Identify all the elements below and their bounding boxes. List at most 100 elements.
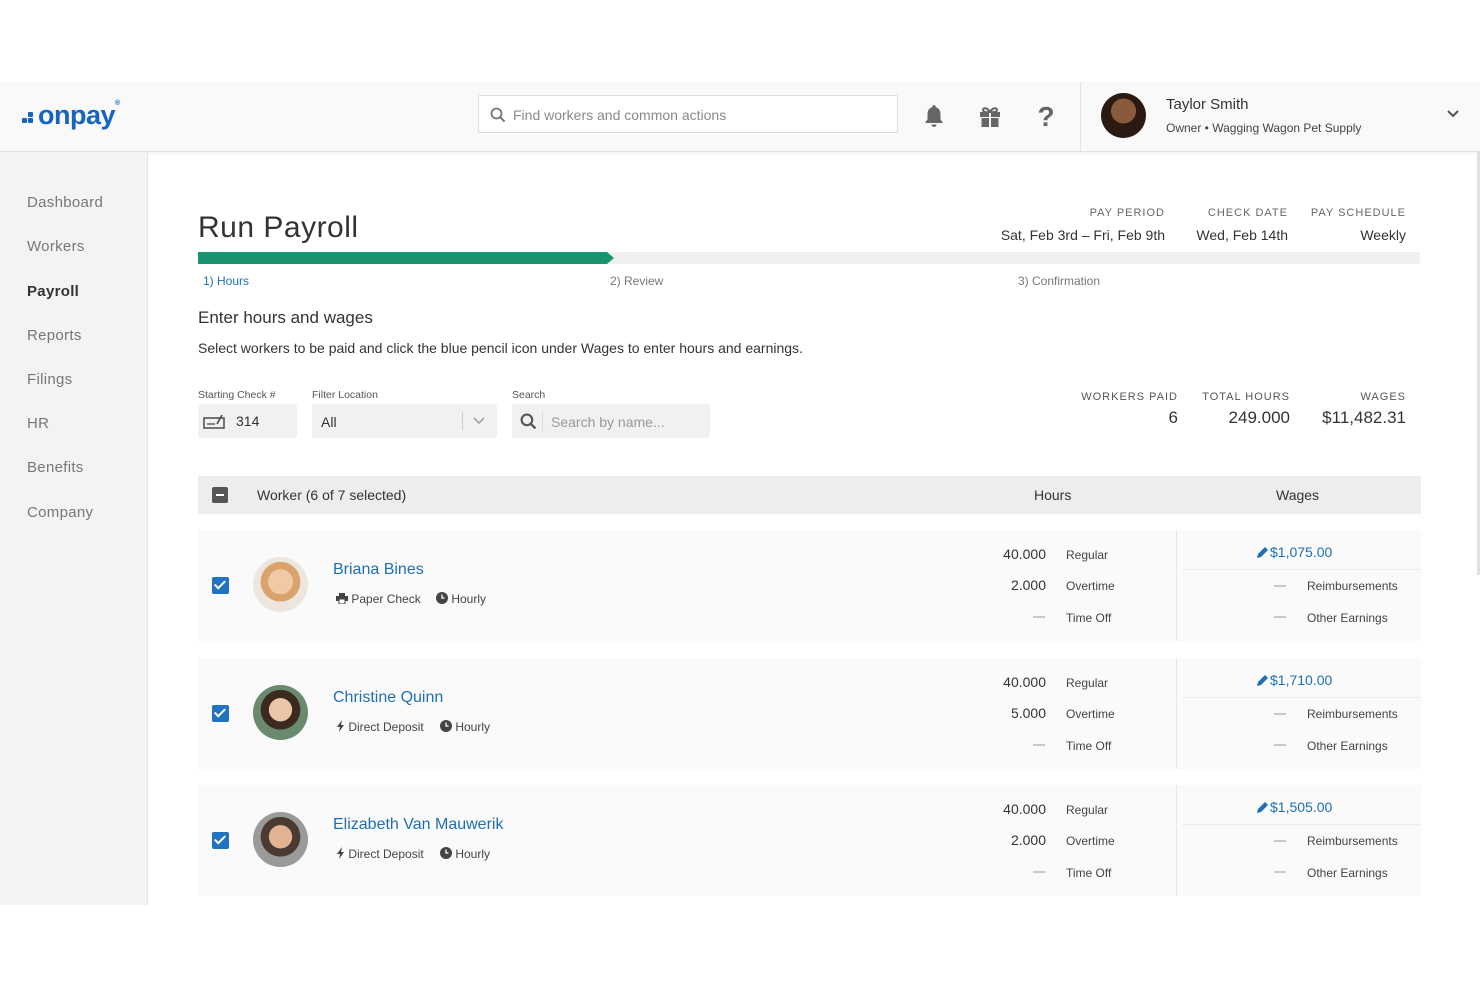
step-confirmation: 3) Confirmation xyxy=(1018,274,1101,288)
regular-label: Regular xyxy=(1066,676,1109,690)
global-search-input[interactable]: Find workers and common actions xyxy=(478,95,898,133)
instructions-text: Select workers to be paid and click the … xyxy=(198,340,803,356)
row-checkbox[interactable] xyxy=(212,705,229,722)
avatar xyxy=(253,812,308,867)
reimbursements-empty-dash xyxy=(1274,840,1286,842)
chevron-down-icon xyxy=(473,417,485,425)
chevron-down-icon[interactable] xyxy=(1446,109,1460,119)
worker-table-header: Worker (6 of 7 selected) Hours Wages xyxy=(198,476,1421,514)
page-title: Run Payroll xyxy=(198,211,359,244)
pay-schedule-label: PAY SCHEDULE xyxy=(1310,207,1406,219)
time-off-label: Time Off xyxy=(1066,739,1112,753)
filter-location-select[interactable]: All xyxy=(312,404,497,438)
search-icon xyxy=(490,107,506,123)
lightning-icon xyxy=(337,847,344,859)
printer-icon xyxy=(336,593,348,605)
time-off-empty-dash xyxy=(1033,871,1045,873)
regular-hours-value[interactable]: 40.000 xyxy=(968,801,1046,817)
pay-method-tag: Direct Deposit xyxy=(336,847,424,861)
overtime-label: Overtime xyxy=(1066,834,1115,848)
pay-period-value: Sat, Feb 3rd – Fri, Feb 9th xyxy=(1000,227,1165,243)
sidebar-item-dashboard[interactable]: Dashboard xyxy=(27,194,103,211)
wage-amount: $1,505.00 xyxy=(1270,799,1333,815)
logo-text: onpay xyxy=(38,100,116,130)
gift-icon[interactable] xyxy=(976,102,1004,130)
table-row: Elizabeth Van Mauwerik Direct Deposit Ho… xyxy=(198,785,1421,896)
regular-label: Regular xyxy=(1066,548,1109,562)
workers-paid-value: 6 xyxy=(1168,408,1178,427)
row-divider xyxy=(1182,569,1421,570)
worker-search-input[interactable]: Search by name... xyxy=(512,404,710,438)
starting-check-label: Starting Check # xyxy=(198,389,276,401)
select-divider xyxy=(462,412,463,430)
help-icon[interactable]: ? xyxy=(1032,102,1060,130)
payroll-progress-bar xyxy=(198,252,1420,264)
time-off-label: Time Off xyxy=(1066,866,1112,880)
workers-paid-label: WORKERS PAID xyxy=(1081,391,1178,403)
sidebar-item-workers[interactable]: Workers xyxy=(27,238,85,255)
sidebar-item-benefits[interactable]: Benefits xyxy=(27,459,84,476)
wage-amount-link[interactable]: $1,075.00 xyxy=(1256,544,1332,560)
sidebar: Dashboard Workers Payroll Reports Filing… xyxy=(0,152,148,905)
sidebar-item-company[interactable]: Company xyxy=(27,504,93,521)
check-date-value: Wed, Feb 14th xyxy=(1196,227,1288,243)
row-checkbox[interactable] xyxy=(212,577,229,594)
row-divider xyxy=(1182,697,1421,698)
top-header: onpay® Find workers and common actions ?… xyxy=(0,82,1480,152)
other-earnings-empty-dash xyxy=(1274,744,1286,746)
avatar xyxy=(253,557,308,612)
pay-method-label: Paper Check xyxy=(351,592,421,606)
regular-label: Regular xyxy=(1066,803,1109,817)
row-checkbox[interactable] xyxy=(212,832,229,849)
starting-check-value: 314 xyxy=(236,413,260,429)
select-all-checkbox[interactable] xyxy=(212,487,228,503)
column-separator xyxy=(1176,658,1177,769)
reimbursements-empty-dash xyxy=(1274,585,1286,587)
starting-check-input[interactable]: 314 xyxy=(198,404,297,438)
column-separator xyxy=(1176,530,1177,641)
regular-hours-value[interactable]: 40.000 xyxy=(968,546,1046,562)
reimbursements-label: Reimbursements xyxy=(1307,707,1398,721)
step-hours[interactable]: 1) Hours xyxy=(203,274,249,288)
pay-method-tag: Direct Deposit xyxy=(336,720,424,734)
time-off-label: Time Off xyxy=(1066,611,1112,625)
time-off-empty-dash xyxy=(1033,744,1045,746)
wage-amount-link[interactable]: $1,505.00 xyxy=(1256,799,1332,815)
clock-icon xyxy=(440,720,452,732)
other-earnings-empty-dash xyxy=(1274,871,1286,873)
wage-amount-link[interactable]: $1,710.00 xyxy=(1256,672,1332,688)
pay-type-tag: Hourly xyxy=(440,720,490,734)
pencil-icon xyxy=(1257,675,1268,686)
worker-name[interactable]: Christine Quinn xyxy=(333,689,443,707)
sidebar-item-reports[interactable]: Reports xyxy=(27,327,82,344)
check-icon xyxy=(203,414,225,429)
user-avatar[interactable] xyxy=(1101,93,1146,138)
lightning-icon xyxy=(337,720,344,732)
logo-dots-icon xyxy=(22,111,36,125)
reimbursements-label: Reimbursements xyxy=(1307,579,1398,593)
pay-type-label: Hourly xyxy=(455,847,491,861)
overtime-label: Overtime xyxy=(1066,579,1115,593)
sidebar-item-filings[interactable]: Filings xyxy=(27,371,72,388)
wage-amount: $1,710.00 xyxy=(1270,672,1333,688)
worker-name[interactable]: Elizabeth Van Mauwerik xyxy=(333,816,503,834)
hours-column-header: Hours xyxy=(1034,487,1072,503)
onpay-logo[interactable]: onpay® xyxy=(22,100,120,131)
overtime-hours-value[interactable]: 2.000 xyxy=(968,577,1046,593)
regular-hours-value[interactable]: 40.000 xyxy=(968,674,1046,690)
user-name[interactable]: Taylor Smith xyxy=(1166,96,1249,113)
search-label: Search xyxy=(512,389,546,401)
bell-icon[interactable] xyxy=(920,102,948,130)
global-search-placeholder: Find workers and common actions xyxy=(513,107,727,123)
worker-name[interactable]: Briana Bines xyxy=(333,561,424,579)
step-review: 2) Review xyxy=(610,274,664,288)
pay-period-label: PAY PERIOD xyxy=(1089,207,1165,219)
overtime-hours-value[interactable]: 5.000 xyxy=(968,705,1046,721)
filter-location-label: Filter Location xyxy=(312,389,378,401)
pay-method-label: Direct Deposit xyxy=(348,847,424,861)
sidebar-item-payroll[interactable]: Payroll xyxy=(27,283,79,300)
overtime-hours-value[interactable]: 2.000 xyxy=(968,832,1046,848)
sidebar-item-hr[interactable]: HR xyxy=(27,415,49,432)
wages-column-header: Wages xyxy=(1276,487,1320,503)
pay-method-tag: Paper Check xyxy=(336,592,421,606)
